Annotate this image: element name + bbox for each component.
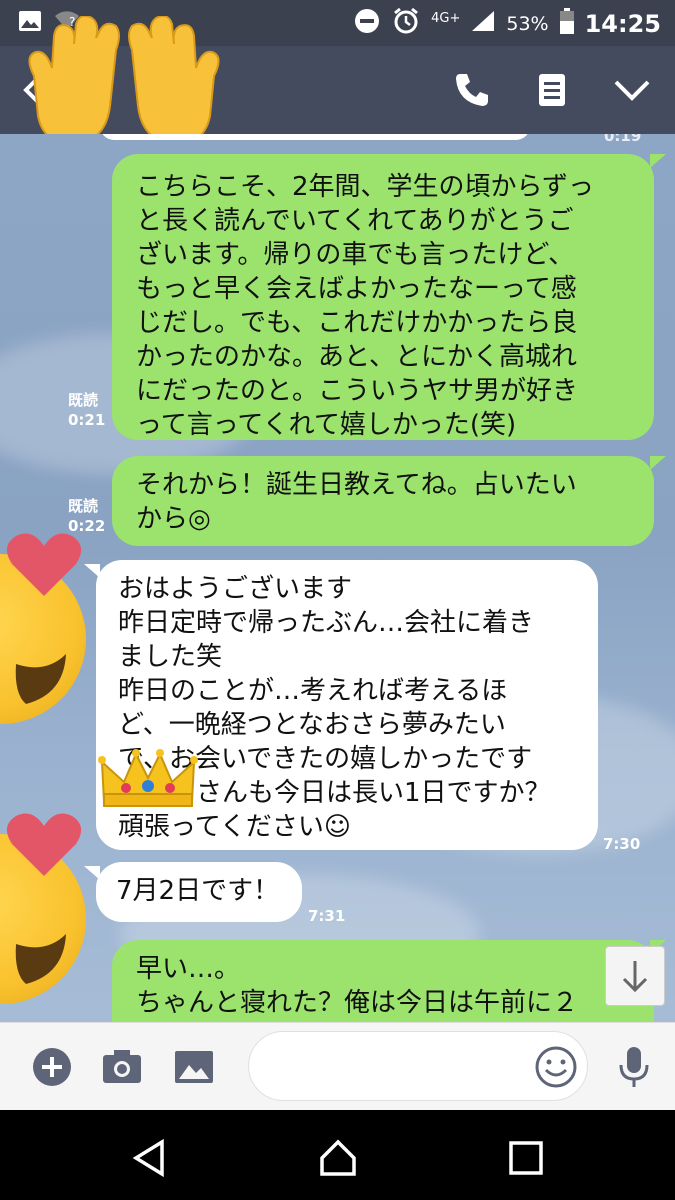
add-button[interactable] (30, 1045, 74, 1089)
bubble-tail (650, 456, 666, 470)
phone-icon (450, 74, 494, 116)
image-button[interactable] (172, 1045, 216, 1089)
signal-icon (470, 9, 496, 39)
alarm-icon (391, 6, 421, 42)
mic-icon (612, 1047, 656, 1093)
arrow-down-icon (606, 961, 664, 1009)
nav-home-button[interactable] (318, 1138, 358, 1178)
nav-recents-icon (506, 1141, 546, 1182)
message-bubble-sent[interactable]: 早い…。 ちゃんと寝れた？俺は今日は午前に２ (112, 940, 654, 1022)
nav-back-button[interactable] (130, 1138, 170, 1178)
clipped-time: 0:19 (604, 134, 642, 145)
camera-button[interactable] (100, 1045, 144, 1089)
scroll-to-bottom-button[interactable] (605, 946, 665, 1006)
status-right: 4G+ 53% 14:25 (353, 6, 661, 42)
notes-button[interactable] (530, 68, 574, 112)
crown-sticker (98, 748, 198, 810)
message-input[interactable] (248, 1031, 588, 1101)
heart-icon (6, 533, 82, 596)
message-bubble-sent[interactable]: それから！誕生日教えてね。占いたい から◎ (112, 456, 654, 546)
read-receipt: 既読 0:21 (68, 391, 106, 429)
clipped-previous-bubble (100, 134, 530, 140)
battery-icon (559, 7, 575, 41)
message-time: 7:30 (603, 835, 641, 853)
voice-button[interactable] (612, 1045, 656, 1089)
nav-recents-button[interactable] (506, 1138, 546, 1178)
menu-toggle-button[interactable] (610, 68, 654, 112)
system-nav-bar (0, 1110, 675, 1200)
emoji-button[interactable] (533, 1044, 579, 1090)
message-bubble-received[interactable]: 7月2日です！ (96, 862, 302, 922)
message-input-bar (0, 1022, 675, 1110)
camera-icon (100, 1050, 144, 1093)
message-bubble-sent[interactable]: こちらこそ、2年間、学生の頃からずっ と長く読んでいてくれてありがとうご ざいま… (112, 154, 654, 440)
nav-back-icon (130, 1138, 170, 1182)
battery-percent: 53% (506, 13, 549, 35)
chat-header (0, 15, 675, 146)
notes-icon (530, 74, 574, 116)
clock: 14:25 (584, 10, 661, 38)
bubble-tail (84, 564, 100, 578)
bubble-tail (84, 866, 100, 880)
image-icon (172, 1051, 216, 1093)
dnd-icon (353, 7, 381, 41)
read-receipt: 既読 0:22 (68, 497, 106, 535)
message-time: 7:31 (308, 907, 346, 925)
nav-home-icon (318, 1139, 358, 1182)
call-button[interactable] (450, 68, 494, 112)
chat-area[interactable]: 0:19 既読 0:21 こちらこそ、2年間、学生の頃からずっ と長く読んでいて… (0, 134, 675, 1022)
smile-icon (533, 1046, 579, 1094)
network-type: 4G+ (431, 10, 461, 26)
bubble-tail (650, 154, 666, 168)
chevron-down-icon (610, 80, 654, 116)
plus-icon (30, 1048, 74, 1093)
heart-icon (6, 813, 82, 876)
